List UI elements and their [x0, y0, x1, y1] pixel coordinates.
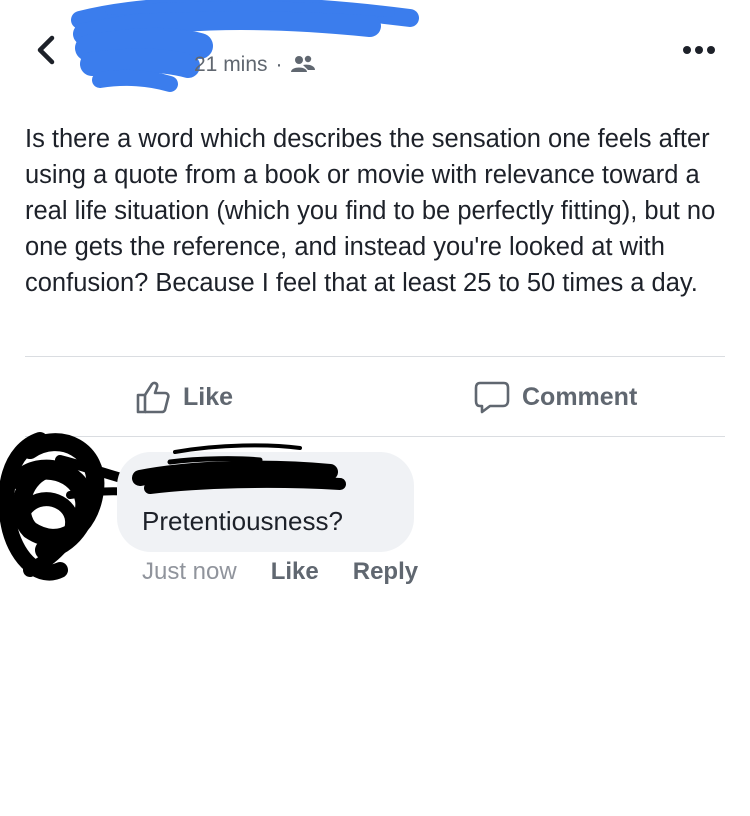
like-button-label: Like: [183, 382, 234, 411]
post-text: Is there a word which describes the sens…: [25, 125, 716, 297]
thumbs-up-icon: [136, 381, 170, 414]
friends-icon: [290, 54, 315, 76]
comment-time: Just now: [142, 558, 237, 585]
comment-text: Pretentiousness?: [142, 506, 343, 536]
comment-button[interactable]: Comment: [474, 375, 637, 419]
ellipsis-icon: [683, 46, 715, 54]
chevron-left-icon: [37, 35, 55, 65]
like-button[interactable]: Like: [135, 375, 233, 419]
divider: [25, 436, 725, 437]
divider: [25, 356, 725, 357]
redacted-author-name: [71, 0, 419, 92]
meta-separator: ·: [275, 53, 283, 76]
comment-button-label: Comment: [522, 382, 638, 411]
redacted-commenter-avatar: [0, 432, 130, 581]
more-options-button[interactable]: [682, 44, 716, 56]
redacted-commenter-name: [132, 443, 346, 494]
comment-like-button[interactable]: Like: [271, 558, 319, 586]
comment-reply-button[interactable]: Reply: [353, 558, 418, 586]
post-time: 21 mins: [194, 53, 268, 76]
back-button[interactable]: [32, 30, 62, 70]
comment-footer: Just now Like Reply: [142, 558, 418, 586]
comment-icon: [474, 381, 510, 414]
post-header: 21 mins ·: [0, 0, 750, 110]
post-meta: 21 mins ·: [194, 53, 315, 77]
